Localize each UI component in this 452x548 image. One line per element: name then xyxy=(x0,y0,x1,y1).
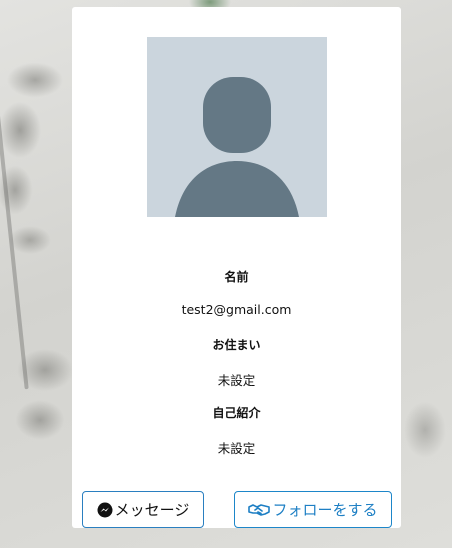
message-button-label: メッセージ xyxy=(114,501,190,519)
name-value: test2@gmail.com xyxy=(181,302,292,317)
address-label: お住まい xyxy=(212,338,261,352)
profile-card: 名前 test2@gmail.com お住まい 未設定 自己紹介 未設定 メッセ… xyxy=(72,7,401,528)
default-user-icon xyxy=(175,77,299,217)
bio-label: 自己紹介 xyxy=(212,406,261,420)
handshake-icon xyxy=(248,502,271,518)
bio-value: 未設定 xyxy=(217,441,256,456)
follow-button-label: フォローをする xyxy=(272,501,378,519)
messenger-icon xyxy=(97,502,113,518)
message-button[interactable]: メッセージ xyxy=(82,491,204,528)
avatar xyxy=(147,37,327,217)
address-value: 未設定 xyxy=(217,373,256,388)
name-label: 名前 xyxy=(224,270,249,284)
follow-button[interactable]: フォローをする xyxy=(234,491,392,528)
